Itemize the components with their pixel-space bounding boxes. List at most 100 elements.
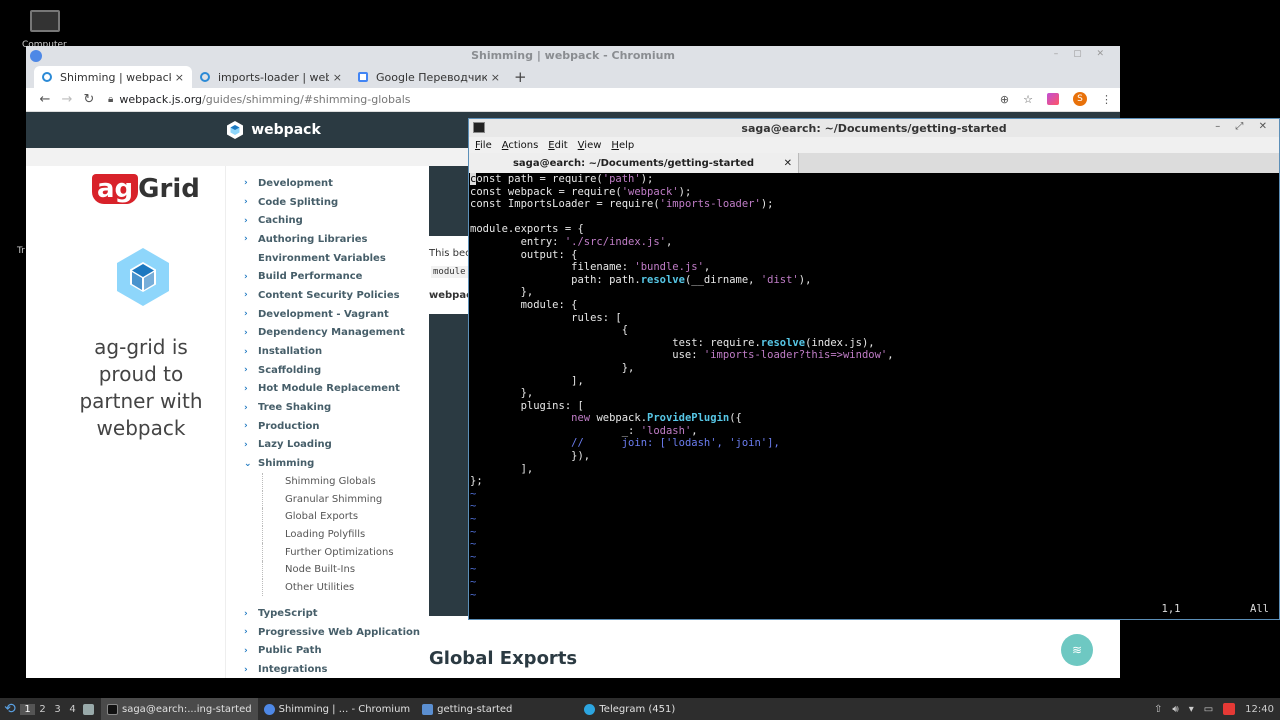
monitor-icon	[30, 10, 60, 32]
sidebar-item[interactable]: › Build Performance	[244, 267, 424, 286]
terminal-tab[interactable]: saga@earch: ~/Documents/getting-started …	[469, 153, 799, 173]
sidebar-subitem[interactable]: Further Optimizations	[262, 543, 424, 561]
omnibar: ← → ↻ 🔒︎ webpack.js.org/guides/shimming/…	[26, 88, 1120, 112]
empty-line-tilde: ~	[470, 588, 477, 601]
code-line: filename: 'bundle.js',	[470, 261, 711, 274]
tab-shimming[interactable]: Shimming | webpack ×	[34, 66, 192, 88]
sidebar-item[interactable]: › Authoring Libraries	[244, 230, 424, 249]
sidebar-item[interactable]: › Scaffolding	[244, 361, 424, 380]
code-line: };	[470, 475, 483, 488]
install-icon[interactable]: ⊕	[1000, 93, 1009, 106]
task-chromium[interactable]: Shimming | ... - Chromium	[258, 698, 417, 720]
code-line: }),	[470, 450, 591, 463]
forward-arrow-icon[interactable]: →	[56, 92, 78, 107]
sidebar-item[interactable]: › Installation	[244, 342, 424, 361]
sidebar-item[interactable]: › Content Security Policies	[244, 286, 424, 305]
code-line: module.exports = {	[470, 223, 584, 236]
task-terminal[interactable]: saga@earch:...ing-started	[101, 698, 258, 720]
webpack-favicon-icon	[200, 72, 210, 82]
content-text: This bec	[429, 248, 471, 259]
webpack-logo[interactable]: webpack	[225, 120, 321, 140]
help-button[interactable]: ≋	[1061, 634, 1093, 666]
sidebar-subitem[interactable]: Global Exports	[262, 508, 424, 526]
code-line: use: 'imports-loader?this=>window',	[470, 349, 894, 362]
close-tab-icon[interactable]: ×	[175, 71, 184, 84]
close-tab-icon[interactable]: ×	[333, 71, 342, 84]
menu-edit[interactable]: Edit	[548, 140, 567, 151]
tab-strip: Shimming | webpack × imports-loader | we…	[26, 66, 1120, 88]
chevron-right-icon: ›	[244, 290, 248, 301]
empty-line-tilde: ~	[470, 538, 477, 551]
bookmark-star-icon[interactable]: ☆	[1023, 93, 1033, 106]
upload-icon[interactable]: ⇧	[1154, 704, 1162, 715]
sidebar-item[interactable]: › Lazy Loading	[244, 436, 424, 455]
workspace-3[interactable]: 3	[50, 704, 65, 715]
sidebar-subitem[interactable]: Other Utilities	[262, 578, 424, 597]
sidebar-item[interactable]: › Integrations	[244, 660, 424, 678]
sidebar-subitem[interactable]: Node Built-Ins	[262, 560, 424, 579]
sidebar-item[interactable]: › Progressive Web Application	[244, 623, 424, 642]
ag-grid-logo: ag Grid	[92, 174, 200, 204]
code-line: },	[470, 387, 534, 400]
volume-icon[interactable]: 🔊︎	[1172, 704, 1178, 715]
network-icon[interactable]: ▾	[1189, 704, 1194, 715]
sidebar-item[interactable]: › Development	[244, 174, 424, 193]
new-tab-button[interactable]: +	[514, 68, 527, 86]
close-tab-icon[interactable]: ✕	[784, 158, 792, 169]
sidebar-item[interactable]: › TypeScript	[244, 604, 424, 623]
address-bar[interactable]: 🔒︎ webpack.js.org/guides/shimming/#shimm…	[108, 93, 411, 106]
sidebar-item[interactable]: › Tree Shaking	[244, 398, 424, 417]
sidebar-item[interactable]: › Code Splitting	[244, 193, 424, 212]
tab-google-translate[interactable]: Google Переводчик ×	[350, 66, 508, 88]
window-controls[interactable]: – ▢ ✕	[1054, 49, 1110, 59]
tab-imports-loader[interactable]: imports-loader | webpack ×	[192, 66, 350, 88]
task-telegram[interactable]: Telegram (451)	[578, 698, 681, 720]
chevron-right-icon: ›	[244, 402, 248, 413]
extension-icon[interactable]	[1047, 93, 1059, 105]
window-controls[interactable]: – ⤢ ✕	[1215, 121, 1273, 132]
workspace-4[interactable]: 4	[65, 704, 80, 715]
menu-actions[interactable]: Actions	[502, 140, 539, 151]
sidebar-item[interactable]: › Development - Vagrant	[244, 305, 424, 324]
chromium-titlebar[interactable]: Shimming | webpack - Chromium – ▢ ✕	[26, 46, 1120, 66]
battery-icon[interactable]: ▭	[1204, 704, 1213, 715]
section-heading: Global Exports	[429, 648, 578, 669]
code-line: ],	[470, 462, 534, 475]
sidebar-item[interactable]: › Public Path	[244, 642, 424, 661]
desktop-fragment-text: Tr	[17, 246, 25, 256]
workspace-1[interactable]: 1	[20, 703, 35, 715]
vim-editor[interactable]: const path = require('path'); const webp…	[469, 173, 1279, 619]
menu-view[interactable]: View	[578, 140, 602, 151]
start-menu-icon[interactable]: ⟲	[0, 698, 20, 720]
terminal-titlebar[interactable]: saga@earch: ~/Documents/getting-started …	[469, 119, 1279, 137]
empty-line-tilde: ~	[470, 563, 477, 576]
back-arrow-icon[interactable]: ←	[34, 92, 56, 107]
computer-desktop-icon[interactable]: Computer	[22, 10, 67, 50]
telegram-icon	[584, 703, 596, 715]
menu-help[interactable]: Help	[611, 140, 634, 151]
sponsor-ad[interactable]: ag Grid ag-grid is proud to partner with …	[26, 166, 226, 678]
clock[interactable]: 12:40	[1245, 704, 1274, 715]
sidebar-subitem[interactable]: Granular Shimming	[262, 490, 424, 509]
notification-icon[interactable]	[1223, 703, 1236, 715]
sidebar-item[interactable]: › Production	[244, 417, 424, 436]
sidebar-item[interactable]: › Dependency Management	[244, 324, 424, 343]
sponsor-text: ag-grid is proud to partner with webpack	[79, 335, 203, 440]
sidebar-subitem[interactable]: Shimming Globals	[262, 473, 424, 491]
sidebar-item[interactable]: ›Environment Variables	[244, 249, 424, 268]
task-file-manager[interactable]: getting-started	[416, 698, 518, 720]
reload-icon[interactable]: ↻	[78, 92, 100, 107]
menu-kebab-icon[interactable]: ⋮	[1101, 93, 1112, 106]
show-desktop-icon[interactable]	[80, 698, 101, 720]
close-tab-icon[interactable]: ×	[491, 71, 500, 84]
workspace-2[interactable]: 2	[35, 704, 50, 715]
sidebar-item-shimming[interactable]: ⌄ Shimming	[244, 454, 424, 473]
sidebar-item[interactable]: › Caching	[244, 211, 424, 230]
webpack-cube-icon	[117, 248, 169, 306]
sidebar-item[interactable]: › Hot Module Replacement	[244, 380, 424, 399]
profile-avatar[interactable]: S	[1073, 92, 1087, 106]
sidebar-subitem[interactable]: Loading Polyfills	[262, 525, 424, 544]
menu-file[interactable]: File	[475, 140, 492, 151]
chevron-right-icon: ›	[244, 215, 248, 226]
